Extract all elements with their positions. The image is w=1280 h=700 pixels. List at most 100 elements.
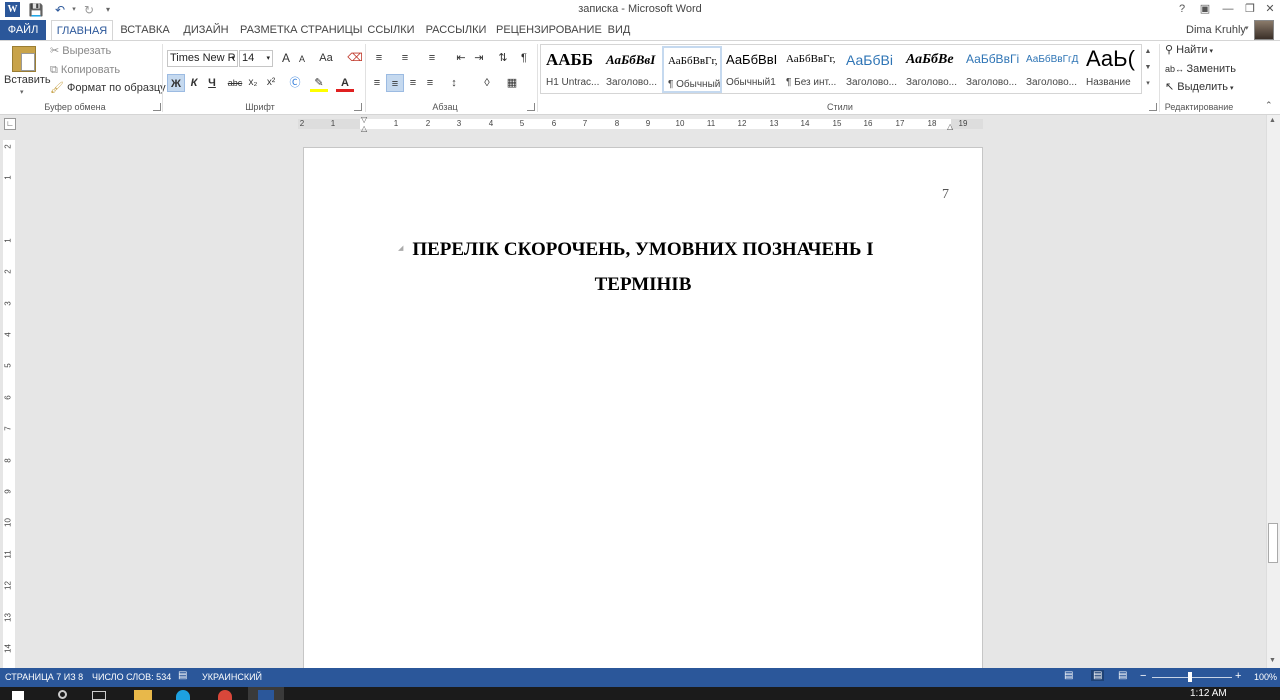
style-item[interactable]: АаЬ( Название — [1082, 46, 1142, 93]
clipboard-launcher-icon[interactable] — [153, 103, 161, 111]
tab-layout[interactable]: РАЗМЕТКА СТРАНИЦЫ — [240, 20, 362, 40]
print-layout-icon[interactable]: ▤ — [1091, 670, 1105, 681]
strikethrough-button[interactable]: abc — [226, 74, 244, 92]
numbering-icon[interactable]: ≡ — [396, 49, 414, 67]
font-color-button[interactable]: A — [336, 74, 354, 92]
style-item[interactable]: АаБбВвГі Заголово... — [962, 46, 1022, 93]
document-heading[interactable]: ПЕРЕЛІК СКОРОЧЕНЬ, УМОВНИХ ПОЗНАЧЕНЬ І — [303, 239, 983, 261]
copy-button[interactable]: ⧉ Копировать — [50, 61, 120, 79]
windows-start-icon[interactable] — [12, 691, 24, 700]
align-center-icon[interactable]: ≡ — [386, 74, 404, 92]
search-icon[interactable] — [58, 690, 67, 699]
font-launcher-icon[interactable] — [354, 103, 362, 111]
document-heading-line2[interactable]: ТЕРМІНІВ — [303, 274, 983, 296]
increase-indent-icon[interactable]: ⇥ — [470, 49, 488, 67]
multilevel-list-icon[interactable]: ≡ — [423, 49, 441, 67]
shrink-font-button[interactable]: A — [293, 50, 311, 68]
align-right-icon[interactable]: ≡ — [404, 74, 422, 92]
right-indent-icon[interactable]: △ — [947, 122, 953, 131]
sort-icon[interactable]: ⇅ — [494, 49, 512, 67]
align-left-icon[interactable]: ≡ — [368, 74, 386, 92]
style-item[interactable]: АаБбВі Заголово... — [842, 46, 902, 93]
paste-button[interactable]: Вставить — [4, 71, 51, 89]
zoom-slider[interactable] — [1152, 677, 1232, 678]
restore-icon[interactable]: ❐ — [1240, 1, 1260, 18]
tab-view[interactable]: ВИД — [602, 20, 636, 40]
avatar[interactable] — [1254, 20, 1274, 40]
zoom-level[interactable]: 100% — [1254, 672, 1277, 682]
ribbon-display-icon[interactable]: ▣ — [1195, 1, 1215, 18]
style-item[interactable]: АаБбВвГгД Заголово... — [1022, 46, 1082, 93]
bullets-icon[interactable]: ≡ — [370, 49, 388, 67]
tab-insert[interactable]: ВСТАВКА — [118, 20, 172, 40]
styles-scroll[interactable]: ▲ ▼ ▾ — [1141, 44, 1154, 94]
help-button[interactable]: ? — [1172, 1, 1192, 18]
browser-icon[interactable] — [176, 690, 190, 700]
change-case-button[interactable]: Aa — [315, 49, 337, 67]
proofing-icon[interactable]: ▤ — [178, 670, 187, 681]
tab-file[interactable]: ФАЙЛ — [0, 20, 46, 40]
close-icon[interactable]: ✕ — [1260, 1, 1280, 18]
decrease-indent-icon[interactable]: ⇤ — [452, 49, 470, 67]
paste-dropdown-icon[interactable]: ▾ — [20, 88, 24, 96]
italic-button[interactable]: К — [185, 74, 203, 92]
scroll-thumb[interactable] — [1268, 523, 1278, 563]
zoom-in-button[interactable]: + — [1235, 670, 1241, 682]
indent-marker-icon[interactable]: ▽ — [361, 115, 367, 124]
user-dropdown-icon[interactable]: ▾ — [1245, 24, 1249, 32]
web-layout-icon[interactable]: ▤ — [1118, 670, 1127, 681]
style-item[interactable]: АаБбВе Заголово... — [902, 46, 962, 93]
highlight-icon[interactable]: ✎ — [310, 74, 328, 92]
style-item[interactable]: АаБбВвГг, ¶ Без инт... — [782, 46, 842, 93]
scroll-down-icon[interactable]: ▼ — [1269, 657, 1276, 664]
select-button[interactable]: ↖ Выделить ▾ — [1165, 78, 1234, 96]
style-item[interactable]: АаБбВвІ Заголово... — [602, 46, 662, 93]
tab-home[interactable]: ГЛАВНАЯ — [51, 20, 113, 41]
file-explorer-icon[interactable] — [134, 690, 152, 700]
cut-button[interactable]: ✂ Вырезать — [50, 42, 111, 60]
paragraph-launcher-icon[interactable] — [527, 103, 535, 111]
scroll-up-icon[interactable]: ▲ — [1269, 117, 1276, 124]
superscript-button[interactable]: x² — [262, 74, 280, 92]
replace-button[interactable]: ab↔ Заменить — [1165, 60, 1236, 78]
document-page[interactable] — [303, 147, 983, 670]
more-styles-icon[interactable]: ▾ — [1142, 76, 1154, 92]
tab-references[interactable]: ССЫЛКИ — [364, 20, 418, 40]
tab-selector-icon[interactable]: ∟ — [4, 118, 16, 130]
clear-formatting-icon[interactable]: ⌫ — [346, 49, 364, 67]
show-marks-button[interactable]: ¶ — [515, 49, 533, 67]
subscript-button[interactable]: x₂ — [244, 74, 262, 92]
word-taskbar-button[interactable] — [248, 687, 284, 700]
zoom-out-button[interactable]: − — [1140, 670, 1146, 682]
task-view-icon[interactable] — [92, 691, 106, 700]
style-item[interactable]: ААББ H1 Untrac... — [542, 46, 602, 93]
minimize-icon[interactable]: — — [1218, 1, 1238, 18]
justify-icon[interactable]: ≡ — [421, 74, 439, 92]
language-indicator[interactable]: УКРАИНСКИЙ — [202, 672, 262, 682]
zoom-slider-thumb[interactable] — [1188, 672, 1192, 682]
line-spacing-icon[interactable]: ↕ — [445, 74, 463, 92]
underline-button[interactable]: Ч — [203, 74, 221, 92]
find-button[interactable]: ⚲ Найти ▾ — [1165, 41, 1213, 59]
style-item[interactable]: АаБбВвГг, ¶ Обычный — [662, 46, 722, 93]
text-effects-icon[interactable]: Ⓒ — [286, 74, 304, 92]
font-size-combo[interactable]: 14 ▾ — [239, 50, 273, 67]
font-name-combo[interactable]: Times New R ▾ — [167, 50, 238, 67]
page-count[interactable]: СТРАНИЦА 7 ИЗ 8 — [5, 672, 83, 682]
chevron-up-icon[interactable]: ▲ — [1142, 44, 1154, 60]
collapse-ribbon-icon[interactable]: ⌃ — [1265, 100, 1273, 111]
vertical-scrollbar[interactable] — [1266, 115, 1280, 668]
tab-review[interactable]: РЕЦЕНЗИРОВАНИЕ — [496, 20, 602, 40]
chrome-icon[interactable] — [218, 690, 232, 700]
clock[interactable]: 1:12 AM — [1190, 688, 1227, 699]
bold-button[interactable]: Ж — [167, 74, 185, 92]
indent-marker-icon[interactable]: △ — [361, 124, 367, 133]
borders-icon[interactable]: ▦ — [503, 74, 521, 92]
chevron-down-icon[interactable]: ▼ — [1142, 60, 1154, 76]
styles-launcher-icon[interactable] — [1149, 103, 1157, 111]
style-item[interactable]: АаБбВвІ Обычный1 — [722, 46, 782, 93]
paste-icon[interactable] — [12, 46, 36, 72]
tab-mailings[interactable]: РАССЫЛКИ — [424, 20, 488, 40]
shading-icon[interactable]: ◊ — [478, 74, 496, 92]
user-name[interactable]: Dima Kruhly — [1186, 24, 1246, 36]
